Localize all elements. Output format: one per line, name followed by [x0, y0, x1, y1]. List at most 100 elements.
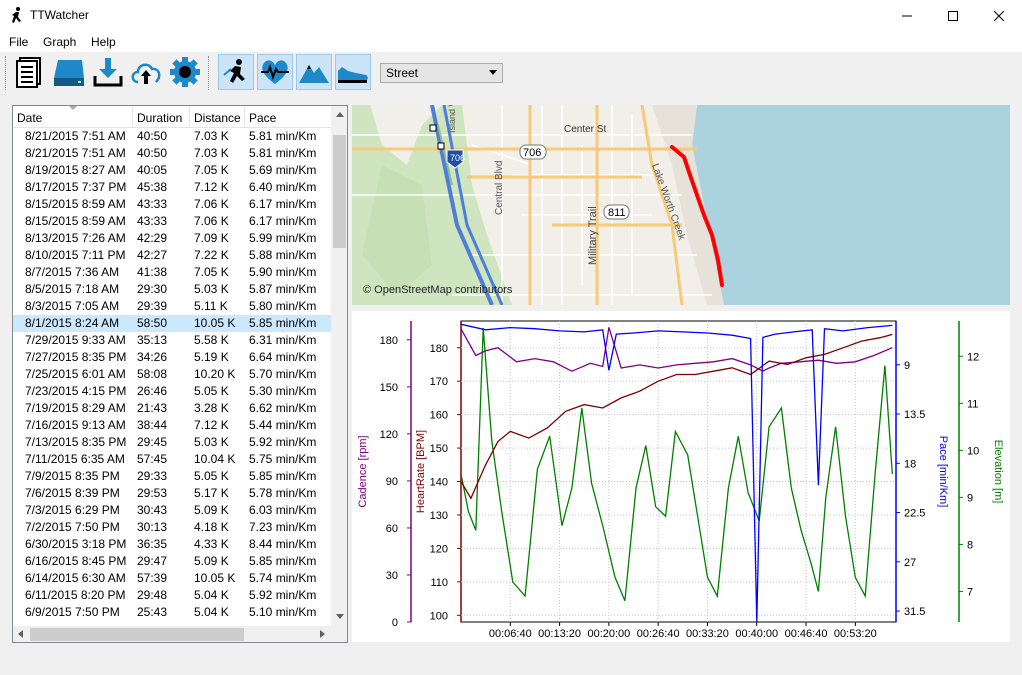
table-row[interactable]: 7/16/2015 9:13 AM 38:44 7.12 K 5.44 min/Km — [13, 417, 331, 434]
cell-duration: 57:45 — [137, 452, 168, 466]
maximize-button[interactable] — [930, 0, 976, 31]
y-tick-label: 150 — [380, 382, 398, 394]
table-row[interactable]: 8/1/2015 8:24 AM 58:50 10.05 K 5.85 min/Km — [13, 315, 331, 332]
map-label-center-st: Center St — [564, 124, 606, 135]
download-icon — [93, 58, 123, 87]
header-pace[interactable]: Pace — [245, 106, 331, 128]
table-row[interactable]: 8/21/2015 7:51 AM 40:50 7.03 K 5.81 min/Km — [13, 128, 331, 145]
table-row[interactable]: 6/9/2015 7:50 PM 25:43 5.04 K 5.10 min/Km — [13, 604, 331, 621]
activity-table: Date Duration Distance Pace 8/21/2015 7:… — [12, 105, 348, 643]
vertical-scroll-thumb[interactable] — [333, 135, 346, 248]
cell-distance: 5.03 K — [194, 435, 229, 449]
heart-rate-toggle-button[interactable] — [257, 54, 293, 90]
table-row[interactable]: 8/15/2015 8:59 AM 43:33 7.06 K 6.17 min/Km — [13, 213, 331, 230]
cadence-toggle-button[interactable] — [218, 54, 254, 90]
cell-date: 7/13/2015 8:35 PM — [25, 435, 127, 449]
header-duration[interactable]: Duration — [133, 106, 190, 128]
cell-pace: 5.75 min/Km — [249, 452, 317, 466]
table-row[interactable]: 8/17/2015 7:37 PM 45:38 7.12 K 6.40 min/Km — [13, 179, 331, 196]
table-row[interactable]: 8/13/2015 7:26 AM 42:29 7.09 K 5.99 min/Km — [13, 230, 331, 247]
horizontal-scrollbar[interactable] — [13, 626, 331, 642]
cell-distance: 5.03 K — [194, 282, 229, 296]
menu-graph[interactable]: Graph — [43, 35, 76, 49]
scroll-down-icon[interactable] — [336, 614, 344, 619]
y-tick-label: 8 — [967, 539, 973, 551]
table-row[interactable]: 8/15/2015 8:59 AM 43:33 7.06 K 6.17 min/Km — [13, 196, 331, 213]
vertical-scrollbar[interactable] — [331, 106, 347, 626]
table-row[interactable]: 6/30/2015 3:18 PM 36:35 4.33 K 8.44 min/Km — [13, 536, 331, 553]
table-row[interactable]: 7/27/2015 8:35 PM 34:26 5.19 K 6.64 min/Km — [13, 349, 331, 366]
menu-help[interactable]: Help — [91, 35, 116, 49]
map-style-select[interactable]: Street — [380, 63, 503, 83]
scroll-left-icon[interactable] — [18, 630, 23, 638]
cell-duration: 21:43 — [137, 401, 168, 415]
cell-date: 6/9/2015 7:50 PM — [25, 605, 120, 619]
header-distance[interactable]: Distance — [190, 106, 245, 128]
header-date[interactable]: Date — [13, 106, 133, 128]
horizontal-scroll-thumb[interactable] — [30, 628, 244, 641]
cell-date: 7/29/2015 9:33 AM — [25, 333, 126, 347]
toolbar-grip-2[interactable] — [208, 56, 211, 90]
scroll-right-icon[interactable] — [320, 630, 325, 638]
minimize-button[interactable] — [884, 0, 930, 31]
table-row[interactable]: 7/25/2015 6:01 AM 58:08 10.20 K 5.70 min/Km — [13, 366, 331, 383]
scroll-up-icon[interactable] — [336, 112, 344, 117]
toolbar-grip[interactable] — [5, 56, 8, 90]
route-map[interactable]: 706 706 811 Center St Central Blvd Milit… — [352, 105, 1010, 305]
y-axis-title: HeartRate [BPM] — [415, 430, 427, 513]
watch-drive-button[interactable] — [51, 54, 87, 90]
menu-file[interactable]: File — [9, 35, 28, 49]
close-icon — [994, 10, 1004, 21]
cell-date: 8/3/2015 7:05 AM — [25, 299, 120, 313]
table-row[interactable]: 6/14/2015 6:30 AM 57:39 10.05 K 5.74 min/Km — [13, 570, 331, 587]
table-row[interactable]: 8/5/2015 7:18 AM 29:30 5.03 K 5.87 min/Km — [13, 281, 331, 298]
table-row[interactable]: 6/11/2015 8:20 PM 29:48 5.04 K 5.92 min/Km — [13, 587, 331, 604]
cell-pace: 5.88 min/Km — [249, 248, 317, 262]
table-row[interactable]: 7/3/2015 6:29 PM 30:43 5.09 K 6.03 min/Km — [13, 502, 331, 519]
download-button[interactable] — [90, 54, 126, 90]
maximize-icon — [948, 10, 958, 21]
cell-distance: 5.04 K — [194, 588, 229, 602]
cell-pace: 5.44 min/Km — [249, 418, 317, 432]
cell-pace: 5.70 min/Km — [249, 367, 317, 381]
activity-list-button[interactable] — [12, 54, 48, 90]
pace-toggle-button[interactable] — [335, 54, 371, 90]
table-row[interactable]: 7/6/2015 8:39 PM 29:53 5.17 K 5.78 min/Km — [13, 485, 331, 502]
table-row[interactable]: 7/2/2015 7:50 PM 30:13 4.18 K 7.23 min/Km — [13, 519, 331, 536]
cell-distance: 5.09 K — [194, 503, 229, 517]
table-row[interactable]: 8/10/2015 7:11 PM 42:27 7.22 K 5.88 min/Km — [13, 247, 331, 264]
cell-distance: 7.06 K — [194, 197, 229, 211]
close-button[interactable] — [976, 0, 1022, 31]
table-row[interactable]: 7/9/2015 8:35 PM 29:33 5.05 K 5.85 min/Km — [13, 468, 331, 485]
table-row[interactable]: 6/16/2015 8:45 PM 29:47 5.09 K 5.85 min/Km — [13, 553, 331, 570]
cell-date: 7/9/2015 8:35 PM — [25, 469, 120, 483]
table-row[interactable]: 8/21/2015 7:51 AM 40:50 7.03 K 5.81 min/Km — [13, 145, 331, 162]
table-row[interactable]: 7/11/2015 6:35 AM 57:45 10.04 K 5.75 min/Km — [13, 451, 331, 468]
cell-distance: 4.33 K — [194, 537, 229, 551]
cell-pace: 5.78 min/Km — [249, 486, 317, 500]
cell-date: 6/16/2015 8:45 PM — [25, 554, 127, 568]
table-row[interactable]: 7/29/2015 9:33 AM 35:13 5.58 K 6.31 min/Km — [13, 332, 331, 349]
cell-duration: 29:53 — [137, 486, 168, 500]
table-row[interactable]: 7/19/2015 8:29 AM 21:43 3.28 K 6.62 min/Km — [13, 400, 331, 417]
cell-distance: 10.05 K — [194, 571, 236, 585]
cell-duration: 34:26 — [137, 350, 168, 364]
y-tick-label: 9 — [904, 360, 910, 372]
table-row[interactable]: 8/19/2015 8:27 AM 40:05 7.05 K 5.69 min/Km — [13, 162, 331, 179]
cell-distance: 7.09 K — [194, 231, 229, 245]
settings-button[interactable] — [167, 54, 203, 90]
table-row[interactable]: 8/7/2015 7:36 AM 41:38 7.05 K 5.90 min/Km — [13, 264, 331, 281]
activity-chart[interactable]: 00:06:40 00:13:20 00:20:00 00:26:40 00:33:20… — [352, 311, 1010, 642]
table-row[interactable]: 7/23/2015 4:15 PM 26:46 5.05 K 5.30 min/Km — [13, 383, 331, 400]
elevation-toggle-button[interactable] — [296, 54, 332, 90]
table-row[interactable]: 7/13/2015 8:35 PM 29:45 5.03 K 5.92 min/Km — [13, 434, 331, 451]
y-axis-title: Elevation [m] — [992, 440, 1004, 504]
cell-duration: 30:13 — [137, 520, 168, 534]
y-tick-label: 180 — [430, 343, 448, 355]
y-tick-label: 120 — [430, 543, 448, 555]
cell-date: 6/11/2015 8:20 PM — [25, 588, 126, 602]
cell-date: 8/1/2015 8:24 AM — [25, 316, 120, 330]
table-row[interactable]: 8/3/2015 7:05 AM 29:39 5.11 K 5.80 min/Km — [13, 298, 331, 315]
upload-cloud-button[interactable] — [128, 54, 164, 90]
cell-pace: 7.23 min/Km — [249, 520, 317, 534]
